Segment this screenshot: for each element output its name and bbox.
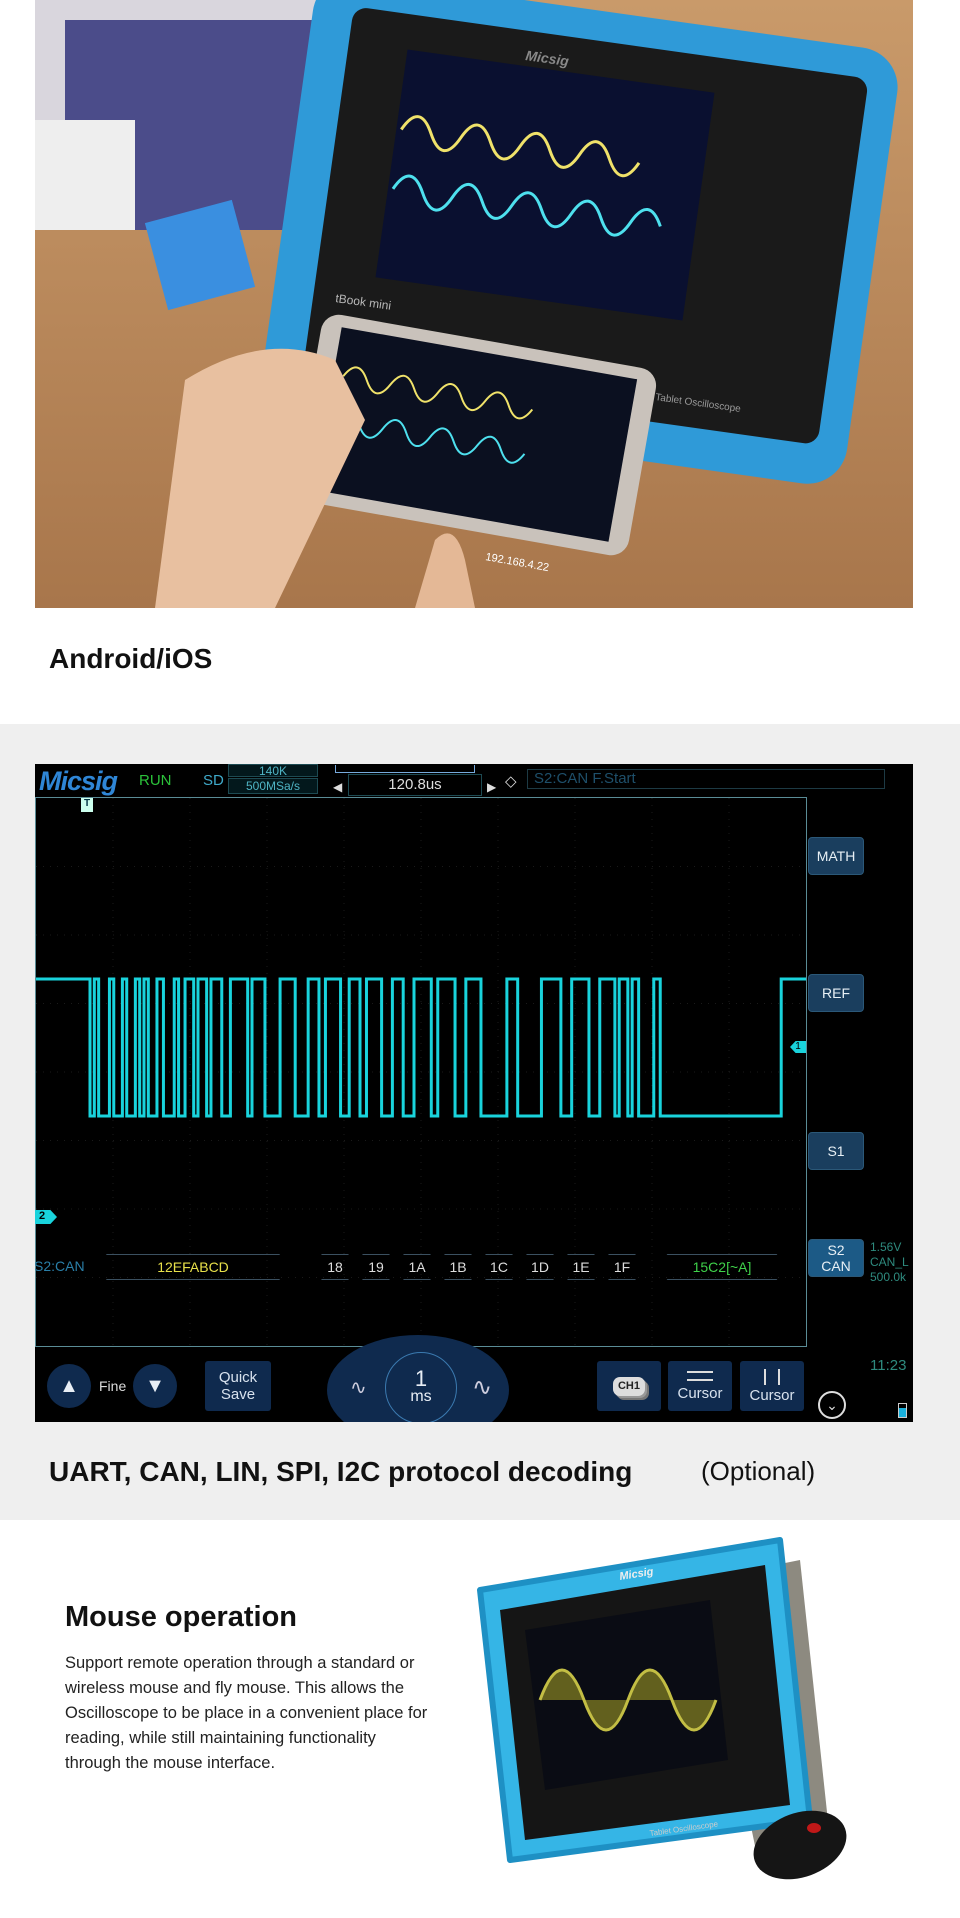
- decode-bus-label: S2:CAN: [35, 1258, 85, 1274]
- battery-icon: [898, 1403, 907, 1418]
- ch1-stack-icon: CH1: [612, 1376, 645, 1396]
- decode-data-byte: 1C: [477, 1254, 521, 1280]
- clock: 11:23: [870, 1357, 907, 1374]
- trigger-edge-icon: ◇: [505, 773, 517, 790]
- s2-baud: 500.0k: [870, 1270, 907, 1284]
- micsig-logo: Micsig: [39, 766, 118, 796]
- sd-indicator: SD: [203, 772, 224, 789]
- memory-position-bar[interactable]: [335, 765, 475, 773]
- trigger-position-marker[interactable]: T: [81, 798, 93, 812]
- sample-rate[interactable]: 500MSa/s: [228, 778, 318, 794]
- time-left-arrow-icon[interactable]: ◀: [333, 780, 342, 794]
- horizontal-cursor-icon: [687, 1370, 713, 1381]
- decode-data-byte: 1E: [559, 1254, 603, 1280]
- android-ios-photo: Micsig Tablet Oscilloscope 192.168.4.22 …: [35, 0, 913, 608]
- s1-button[interactable]: S1: [808, 1132, 864, 1170]
- decode-data-byte: 19: [354, 1254, 398, 1280]
- trigger-info[interactable]: S2:CAN F.Start: [527, 769, 885, 789]
- ref-button[interactable]: REF: [808, 974, 864, 1012]
- timebase-number: 1: [414, 1366, 428, 1391]
- memory-depth[interactable]: 140K: [228, 764, 318, 777]
- horizontal-cursor-button[interactable]: Cursor: [668, 1361, 732, 1411]
- fine-down-button[interactable]: ▼: [133, 1364, 177, 1408]
- mouse-description: Support remote operation through a stand…: [65, 1654, 428, 1772]
- s2-signal: CAN_L: [870, 1255, 909, 1269]
- cursor-h-label: Cursor: [677, 1384, 723, 1402]
- s2-can-button[interactable]: S2 CAN: [808, 1239, 864, 1277]
- decode-data-byte: 1A: [395, 1254, 439, 1280]
- decode-data-byte: 1D: [518, 1254, 562, 1280]
- run-status[interactable]: RUN: [139, 772, 172, 789]
- ch1-trace: [36, 977, 806, 1118]
- decode-id-frame: 12EFABCD: [95, 1254, 291, 1280]
- cursor-v-label: Cursor: [749, 1386, 795, 1404]
- bottom-toolbar: ▲ Fine ▼ Quick Save ∿ 1 ms ∿ CH1 Cursor …: [35, 1335, 913, 1422]
- fine-label: Fine: [99, 1378, 127, 1394]
- decode-data-byte: 1B: [436, 1254, 480, 1280]
- quick-save-button[interactable]: Quick Save: [205, 1361, 271, 1411]
- timebase-value[interactable]: 1 ms: [385, 1352, 457, 1422]
- vertical-cursor-button[interactable]: Cursor: [740, 1361, 804, 1411]
- fine-up-button[interactable]: ▲: [47, 1364, 91, 1408]
- decode-crc-frame: 15C2[~A]: [657, 1254, 787, 1280]
- time-right-arrow-icon[interactable]: ▶: [487, 780, 496, 794]
- channel-button[interactable]: CH1: [597, 1361, 661, 1411]
- math-button[interactable]: MATH: [808, 837, 864, 875]
- optional-label: (Optional): [701, 1456, 816, 1486]
- protocol-caption: UART, CAN, LIN, SPI, I2C protocol decodi…: [49, 1456, 633, 1487]
- time-offset[interactable]: 120.8us: [348, 774, 482, 796]
- tablet-with-mouse-photo: Micsig Tablet Oscilloscope: [477, 1537, 847, 1880]
- expand-menu-icon[interactable]: ⌄: [818, 1391, 846, 1419]
- decode-data-byte: 1F: [600, 1254, 644, 1280]
- timebase-unit: ms: [410, 1388, 432, 1405]
- android-ios-heading: Android/iOS: [49, 643, 213, 674]
- vertical-cursor-icon: [764, 1368, 780, 1385]
- s2-threshold: 1.56V: [870, 1240, 902, 1254]
- timebase-increase-icon[interactable]: ∿: [472, 1373, 492, 1402]
- decode-data-byte: 18: [313, 1254, 357, 1280]
- mouse-heading: Mouse operation: [65, 1601, 298, 1633]
- timebase-decrease-icon[interactable]: ∿: [350, 1375, 367, 1400]
- oscilloscope-screen: Micsig RUN SD 140K 500MSa/s ◀ 120.8us ▶ …: [35, 764, 913, 1422]
